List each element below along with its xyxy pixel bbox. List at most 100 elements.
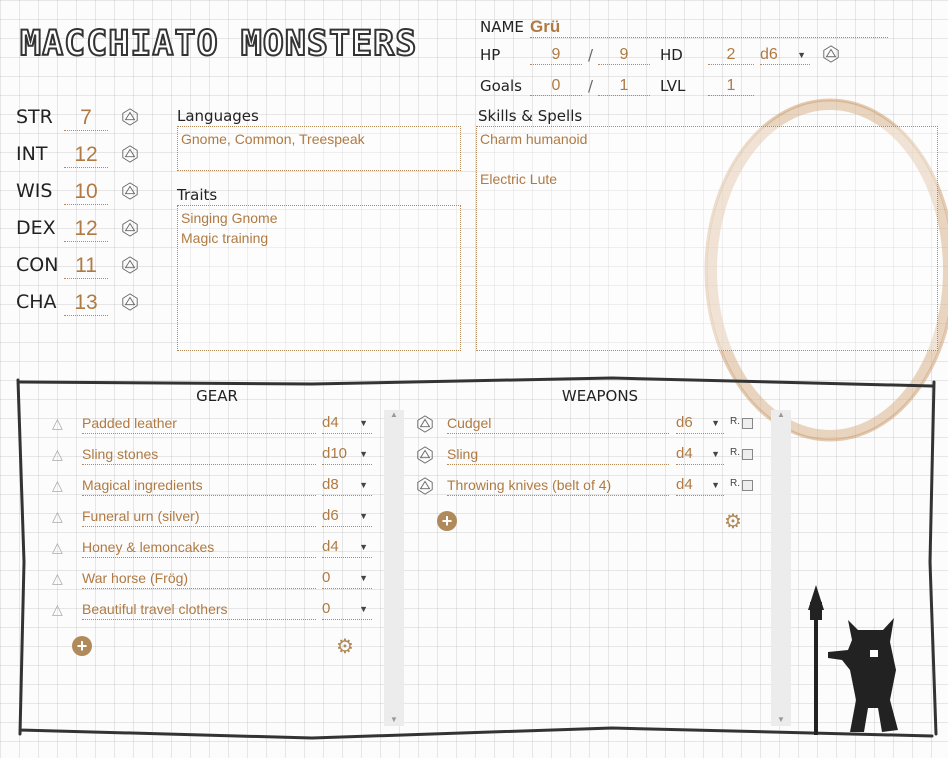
weapon-name-field[interactable]: Sling bbox=[447, 444, 669, 465]
hp-separator: / bbox=[588, 46, 594, 64]
gear-name-field[interactable]: War horse (Frög) bbox=[82, 568, 316, 589]
gear-list: △ Padded leather d4 ▼ △ Sling stones d10 ▼… bbox=[52, 413, 372, 630]
goals-max-field[interactable]: 1 bbox=[598, 77, 650, 96]
scroll-down-icon[interactable]: ▼ bbox=[771, 715, 791, 724]
d20-icon[interactable] bbox=[822, 45, 840, 63]
triangle-icon[interactable]: △ bbox=[52, 508, 63, 525]
stat-label: STR bbox=[16, 106, 53, 128]
ranged-checkbox[interactable] bbox=[742, 480, 753, 491]
gear-settings-button[interactable]: ⚙ bbox=[336, 634, 354, 659]
stat-value[interactable]: 12 bbox=[64, 217, 108, 242]
add-weapon-button[interactable]: + bbox=[437, 511, 457, 531]
ranged-checkbox[interactable] bbox=[742, 418, 753, 429]
languages-label: Languages bbox=[177, 107, 259, 125]
caret-down-icon: ▼ bbox=[359, 449, 368, 459]
d20-icon[interactable] bbox=[121, 108, 139, 126]
scroll-up-icon[interactable]: ▲ bbox=[771, 410, 791, 419]
d20-icon[interactable] bbox=[121, 182, 139, 200]
stat-value[interactable]: 13 bbox=[64, 291, 108, 316]
gear-name-field[interactable]: Funeral urn (silver) bbox=[82, 506, 316, 527]
caret-down-icon: ▼ bbox=[359, 418, 368, 428]
traits-label: Traits bbox=[177, 186, 218, 204]
gear-row: △ War horse (Frög) 0 ▼ bbox=[52, 568, 372, 599]
hp-current-field[interactable]: 9 bbox=[530, 46, 582, 65]
triangle-icon[interactable]: △ bbox=[52, 601, 63, 618]
triangle-icon[interactable]: △ bbox=[52, 477, 63, 494]
weapon-die-select[interactable]: d4 ▼ bbox=[676, 475, 724, 496]
weapons-list: Cudgel d6 ▼ R. Sling d4 ▼ R. Throwing kniv… bbox=[416, 413, 756, 506]
gear-scrollbar[interactable]: ▲ ▼ bbox=[384, 410, 404, 726]
weapon-name-field[interactable]: Cudgel bbox=[447, 413, 669, 434]
add-gear-button[interactable]: + bbox=[72, 636, 92, 656]
gear-icon: ⚙ bbox=[336, 636, 354, 658]
gear-die-select[interactable]: d8 ▼ bbox=[322, 475, 372, 496]
ranged-label: R. bbox=[730, 416, 740, 427]
stat-value[interactable]: 11 bbox=[64, 254, 108, 279]
stat-label: CHA bbox=[16, 291, 57, 313]
gear-die-select[interactable]: d4 ▼ bbox=[322, 413, 372, 434]
goals-label: Goals bbox=[480, 77, 522, 95]
ranged-checkbox[interactable] bbox=[742, 449, 753, 460]
triangle-icon[interactable]: △ bbox=[52, 570, 63, 587]
gear-row: △ Magical ingredients d8 ▼ bbox=[52, 475, 372, 506]
scroll-down-icon[interactable]: ▼ bbox=[384, 715, 404, 724]
gear-row: △ Beautiful travel clothers 0 ▼ bbox=[52, 599, 372, 630]
d20-icon[interactable] bbox=[416, 415, 434, 433]
gear-die-value: 0 bbox=[322, 600, 331, 617]
triangle-icon[interactable]: △ bbox=[52, 415, 63, 432]
gear-die-select[interactable]: 0 ▼ bbox=[322, 568, 372, 589]
goals-separator: / bbox=[588, 77, 594, 95]
traits-textarea[interactable]: Singing Gnome Magic training bbox=[177, 205, 461, 351]
hd-count-field[interactable]: 2 bbox=[708, 46, 754, 65]
d20-icon[interactable] bbox=[121, 293, 139, 311]
d20-icon[interactable] bbox=[416, 477, 434, 495]
weapon-settings-button[interactable]: ⚙ bbox=[724, 509, 742, 534]
caret-down-icon: ▼ bbox=[359, 573, 368, 583]
gear-name-field[interactable]: Magical ingredients bbox=[82, 475, 316, 496]
scroll-up-icon[interactable]: ▲ bbox=[384, 410, 404, 419]
stat-value[interactable]: 10 bbox=[64, 180, 108, 205]
gear-die-value: d4 bbox=[322, 538, 339, 555]
weapon-die-select[interactable]: d6 ▼ bbox=[676, 413, 724, 434]
name-field[interactable]: Grü bbox=[530, 17, 888, 38]
gear-die-select[interactable]: d4 ▼ bbox=[322, 537, 372, 558]
gear-name-field[interactable]: Beautiful travel clothers bbox=[82, 599, 316, 620]
gear-die-select[interactable]: d10 ▼ bbox=[322, 444, 372, 465]
gear-row: △ Honey & lemoncakes d4 ▼ bbox=[52, 537, 372, 568]
goals-current-field[interactable]: 0 bbox=[530, 77, 582, 96]
lvl-field[interactable]: 1 bbox=[708, 77, 754, 96]
hp-label: HP bbox=[480, 46, 501, 64]
gear-die-value: d6 bbox=[322, 507, 339, 524]
weapons-scrollbar[interactable]: ▲ ▼ bbox=[771, 410, 791, 726]
gear-die-select[interactable]: 0 ▼ bbox=[322, 599, 372, 620]
gear-row: △ Padded leather d4 ▼ bbox=[52, 413, 372, 444]
languages-textarea[interactable]: Gnome, Common, Treespeak bbox=[177, 126, 461, 171]
gear-die-value: d10 bbox=[322, 445, 348, 462]
d20-icon[interactable] bbox=[416, 446, 434, 464]
app-title: MACCHIATO MONSTERS bbox=[19, 23, 418, 65]
skills-textarea[interactable]: Charm humanoid Electric Lute bbox=[476, 126, 938, 351]
traits-line: Singing Gnome bbox=[181, 210, 278, 226]
d20-icon[interactable] bbox=[121, 219, 139, 237]
hd-die-select[interactable]: d6 ▼ bbox=[760, 46, 810, 65]
gear-name-field[interactable]: Honey & lemoncakes bbox=[82, 537, 316, 558]
triangle-icon[interactable]: △ bbox=[52, 446, 63, 463]
gear-die-select[interactable]: d6 ▼ bbox=[322, 506, 372, 527]
d20-icon[interactable] bbox=[121, 256, 139, 274]
triangle-icon[interactable]: △ bbox=[52, 539, 63, 556]
stat-value[interactable]: 12 bbox=[64, 143, 108, 168]
stat-label: INT bbox=[16, 143, 48, 165]
gear-row: △ Sling stones d10 ▼ bbox=[52, 444, 372, 475]
caret-down-icon: ▼ bbox=[359, 480, 368, 490]
gear-name-field[interactable]: Padded leather bbox=[82, 413, 316, 434]
hp-max-field[interactable]: 9 bbox=[598, 46, 650, 65]
gear-name-field[interactable]: Sling stones bbox=[82, 444, 316, 465]
weapon-row: Throwing knives (belt of 4) d4 ▼ R. bbox=[416, 475, 756, 506]
name-label: NAME bbox=[480, 18, 524, 36]
weapon-name-field[interactable]: Throwing knives (belt of 4) bbox=[447, 475, 669, 496]
stat-value[interactable]: 7 bbox=[64, 106, 108, 131]
hd-die-value: d6 bbox=[760, 46, 778, 63]
gear-icon: ⚙ bbox=[724, 511, 742, 533]
d20-icon[interactable] bbox=[121, 145, 139, 163]
weapon-die-select[interactable]: d4 ▼ bbox=[676, 444, 724, 465]
